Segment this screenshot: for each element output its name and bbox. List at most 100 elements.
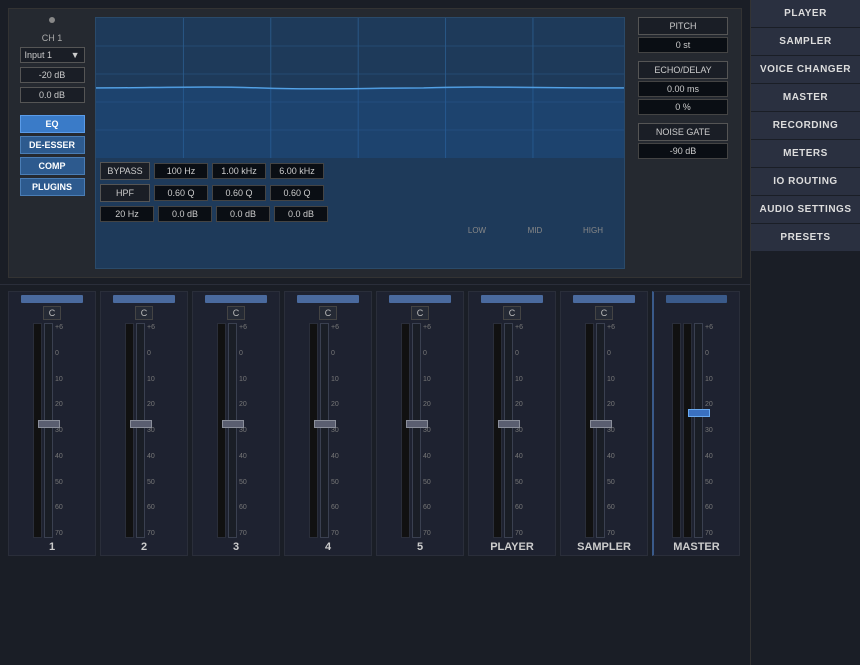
sampler-fader-thumb[interactable] bbox=[590, 420, 612, 428]
channel-player: C +6 0 10 20 30 40 50 60 7 bbox=[468, 291, 556, 556]
right-controls: PITCH 0 st ECHO/DELAY 0.00 ms 0 % NOISE … bbox=[633, 17, 733, 269]
mid-freq-val[interactable]: 1.00 kHz bbox=[212, 163, 266, 179]
high-q-val[interactable]: 0.60 Q bbox=[270, 185, 324, 201]
ch5-fader-thumb[interactable] bbox=[406, 420, 428, 428]
master-fader-thumb[interactable] bbox=[688, 409, 710, 417]
ch4-fader-row: +6 0 10 20 30 40 50 60 70 bbox=[309, 323, 347, 538]
ch5-pan[interactable]: C bbox=[411, 306, 430, 320]
player-meter-left bbox=[493, 323, 502, 538]
input-select-label: Input 1 bbox=[25, 50, 53, 60]
ch1-fader-row: +6 0 10 20 30 40 50 60 70 bbox=[33, 323, 71, 538]
echo-delay-mix-val[interactable]: 0 % bbox=[638, 99, 728, 115]
eq-canvas[interactable] bbox=[96, 18, 624, 158]
ch2-fader-thumb[interactable] bbox=[130, 420, 152, 428]
player-pan[interactable]: C bbox=[503, 306, 522, 320]
bypass-btn[interactable]: BYPASS bbox=[100, 162, 150, 180]
sidebar-btn-audio-settings[interactable]: AUDIO SETTINGS bbox=[751, 196, 860, 224]
ch4-fader[interactable] bbox=[320, 323, 329, 538]
ch3-fader-thumb[interactable] bbox=[222, 420, 244, 428]
ch2-meter-left bbox=[125, 323, 134, 538]
ch1-pan[interactable]: C bbox=[43, 306, 62, 320]
eq-display: BYPASS 100 Hz 1.00 kHz 6.00 kHz HPF bbox=[95, 17, 625, 269]
ch3-fader[interactable] bbox=[228, 323, 237, 538]
channel-2: C +6 0 10 20 30 40 50 60 7 bbox=[100, 291, 188, 556]
ch1-fader-thumb[interactable] bbox=[38, 420, 60, 428]
ch3-fader-row: +6 0 10 20 30 40 50 60 70 bbox=[217, 323, 255, 538]
player-fader-row: +6 0 10 20 30 40 50 60 70 bbox=[493, 323, 531, 538]
player-fader[interactable] bbox=[504, 323, 513, 538]
sampler-fader[interactable] bbox=[596, 323, 605, 538]
de-esser-nav-btn[interactable]: DE-ESSER bbox=[20, 136, 85, 154]
noise-gate-btn[interactable]: NOISE GATE bbox=[638, 123, 728, 141]
eq-low-col: 100 Hz bbox=[154, 163, 208, 179]
ch3-pan[interactable]: C bbox=[227, 306, 246, 320]
ch4-fader-thumb[interactable] bbox=[314, 420, 336, 428]
ch2-name-bar bbox=[113, 295, 175, 303]
hpf-btn[interactable]: HPF bbox=[100, 184, 150, 202]
sidebar-btn-io-routing[interactable]: IO ROUTING bbox=[751, 168, 860, 196]
sidebar-btn-voice-changer[interactable]: VOICE CHANGER bbox=[751, 56, 860, 84]
ch5-fader[interactable] bbox=[412, 323, 421, 538]
ch3-meter-left bbox=[217, 323, 226, 538]
sidebar-btn-master[interactable]: MASTER bbox=[751, 84, 860, 112]
sidebar-btn-presets[interactable]: PRESETS bbox=[751, 224, 860, 252]
sampler-label: SAMPLER bbox=[577, 541, 631, 553]
hpf-freq-val[interactable]: 20 Hz bbox=[100, 206, 154, 222]
noise-gate-module: NOISE GATE -90 dB bbox=[633, 123, 733, 159]
ch2-label: 2 bbox=[141, 541, 147, 553]
ch4-pan[interactable]: C bbox=[319, 306, 338, 320]
right-sidebar: PLAYER SAMPLER VOICE CHANGER MASTER RECO… bbox=[750, 0, 860, 665]
player-fader-thumb[interactable] bbox=[498, 420, 520, 428]
echo-delay-time-val[interactable]: 0.00 ms bbox=[638, 81, 728, 97]
eq-nav-btn[interactable]: EQ bbox=[20, 115, 85, 133]
ch2-fader-row: +6 0 10 20 30 40 50 60 70 bbox=[125, 323, 163, 538]
ch5-name-bar bbox=[389, 295, 451, 303]
left-panel: CH 1 Input 1 ▼ -20 dB 0.0 dB EQ DE-ESSER… bbox=[0, 0, 750, 665]
ch3-label: 3 bbox=[233, 541, 239, 553]
nav-buttons: EQ DE-ESSER COMP PLUGINS bbox=[20, 115, 85, 196]
eq-controls: BYPASS 100 Hz 1.00 kHz 6.00 kHz HPF bbox=[96, 158, 624, 239]
noise-gate-val[interactable]: -90 dB bbox=[638, 143, 728, 159]
ch3-scale: +6 0 10 20 30 40 50 60 70 bbox=[239, 323, 255, 538]
input-select[interactable]: Input 1 ▼ bbox=[20, 47, 85, 63]
sidebar-btn-player[interactable]: PLAYER bbox=[751, 0, 860, 28]
level-display: 0.0 dB bbox=[20, 87, 85, 103]
ch2-pan[interactable]: C bbox=[135, 306, 154, 320]
master-scale: +6 0 10 20 30 40 50 60 70 bbox=[705, 323, 721, 538]
eq-row-1: BYPASS 100 Hz 1.00 kHz 6.00 kHz bbox=[100, 162, 620, 180]
master-fader[interactable] bbox=[694, 323, 703, 538]
low-q-val[interactable]: 0.60 Q bbox=[154, 185, 208, 201]
high-gain-val[interactable]: 0.0 dB bbox=[274, 206, 328, 222]
ch1-label: 1 bbox=[49, 541, 55, 553]
channel-5: C +6 0 10 20 30 40 50 60 7 bbox=[376, 291, 464, 556]
mid-q-val[interactable]: 0.60 Q bbox=[212, 185, 266, 201]
plugins-nav-btn[interactable]: PLUGINS bbox=[20, 178, 85, 196]
high-label: HIGH bbox=[566, 226, 620, 235]
sidebar-btn-recording[interactable]: RECORDING bbox=[751, 112, 860, 140]
master-label: MASTER bbox=[673, 541, 719, 553]
channel-name: CH 1 bbox=[42, 33, 63, 43]
channel-master: C +6 0 10 20 30 40 50 60 bbox=[652, 291, 740, 556]
ch1-scale: +6 0 10 20 30 40 50 60 70 bbox=[55, 323, 71, 538]
sampler-pan[interactable]: C bbox=[595, 306, 614, 320]
high-freq-val[interactable]: 6.00 kHz bbox=[270, 163, 324, 179]
low-gain-val[interactable]: 0.0 dB bbox=[158, 206, 212, 222]
low-freq-val[interactable]: 100 Hz bbox=[154, 163, 208, 179]
master-meter-right bbox=[683, 323, 692, 538]
sidebar-btn-sampler[interactable]: SAMPLER bbox=[751, 28, 860, 56]
main-container: CH 1 Input 1 ▼ -20 dB 0.0 dB EQ DE-ESSER… bbox=[0, 0, 860, 665]
eq-mid-col: 1.00 kHz bbox=[212, 163, 266, 179]
ch2-fader[interactable] bbox=[136, 323, 145, 538]
mid-gain-val[interactable]: 0.0 dB bbox=[216, 206, 270, 222]
pitch-btn[interactable]: PITCH bbox=[638, 17, 728, 35]
comp-nav-btn[interactable]: COMP bbox=[20, 157, 85, 175]
input-section: CH 1 Input 1 ▼ -20 dB 0.0 dB EQ DE-ESSER… bbox=[17, 17, 87, 269]
ch4-name-bar bbox=[297, 295, 359, 303]
ch3-name-bar bbox=[205, 295, 267, 303]
pitch-val[interactable]: 0 st bbox=[638, 37, 728, 53]
echo-delay-btn[interactable]: ECHO/DELAY bbox=[638, 61, 728, 79]
eq-row-3: 20 Hz 0.0 dB 0.0 dB 0.0 dB bbox=[100, 206, 620, 222]
sidebar-btn-meters[interactable]: METERS bbox=[751, 140, 860, 168]
mid-label: MID bbox=[508, 226, 562, 235]
ch1-fader[interactable] bbox=[44, 323, 53, 538]
